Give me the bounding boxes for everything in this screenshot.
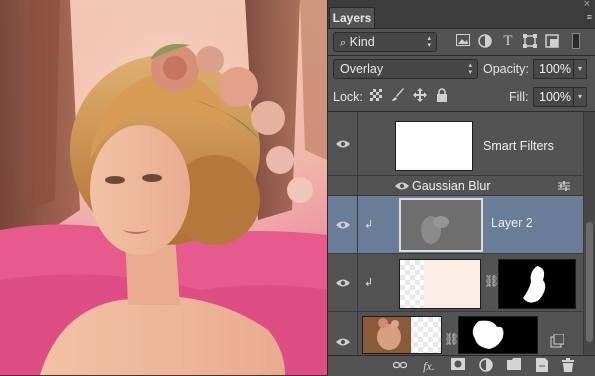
layers-panel: × Layers ≡ ⌕ Kind ▴ ▾ T Overlay ▴ ▾ Opacit… bbox=[327, 0, 595, 376]
lock-position-icon[interactable] bbox=[412, 88, 428, 104]
panel-tab-bar: × Layers ≡ bbox=[328, 0, 595, 29]
mask-shape bbox=[523, 266, 546, 303]
layer-thumbnail[interactable] bbox=[362, 316, 442, 354]
blend-mode-select[interactable]: Overlay ▴ ▾ bbox=[333, 59, 478, 79]
blurred-thumbnail-image bbox=[421, 216, 449, 244]
opacity-dropdown-icon[interactable]: ▾ bbox=[573, 59, 587, 79]
visibility-column bbox=[328, 176, 358, 195]
adjustment-layer-icon[interactable] bbox=[478, 358, 494, 374]
layer-thumbnail-content bbox=[424, 260, 480, 308]
photo-thumbnail-image bbox=[363, 317, 411, 353]
layer-row-photo-layer[interactable]: ⛓ bbox=[328, 312, 584, 355]
lock-label: Lock: bbox=[333, 90, 363, 104]
scrollbar-thumb[interactable] bbox=[586, 222, 593, 342]
filter-kind-label: Kind bbox=[349, 35, 375, 49]
select-arrows-icon: ▴ ▾ bbox=[468, 62, 472, 76]
add-mask-icon[interactable] bbox=[450, 358, 466, 374]
layer-row-masked-layer[interactable]: ↲ ⛓ bbox=[328, 254, 584, 312]
visibility-column bbox=[328, 112, 358, 175]
clipping-mask-icon: ↲ bbox=[364, 219, 374, 231]
mask-shape bbox=[472, 320, 504, 349]
eye-icon[interactable] bbox=[336, 139, 350, 149]
portrait-photo bbox=[0, 0, 327, 375]
adjustment-icon[interactable] bbox=[477, 34, 493, 50]
image-icon[interactable] bbox=[455, 34, 471, 50]
trash-icon[interactable] bbox=[560, 358, 576, 374]
opacity-field[interactable]: 100% bbox=[533, 59, 574, 79]
panel-menu-icon[interactable]: ≡ bbox=[587, 12, 592, 22]
blend-mode-label: Overlay bbox=[340, 62, 384, 76]
group-icon[interactable] bbox=[506, 358, 522, 374]
layer-mask-thumbnail[interactable] bbox=[458, 316, 538, 354]
link-layers-icon[interactable] bbox=[392, 358, 408, 374]
eye-icon[interactable] bbox=[336, 278, 350, 288]
shape-icon[interactable] bbox=[522, 34, 538, 50]
opacity-label: Opacity: bbox=[483, 62, 529, 76]
close-panel-icon[interactable]: × bbox=[584, 0, 590, 10]
fill-dropdown-icon[interactable]: ▾ bbox=[573, 87, 587, 107]
lock-image-pixels-icon[interactable] bbox=[390, 88, 406, 104]
lock-all-icon[interactable] bbox=[434, 88, 450, 104]
layers-scrollbar[interactable] bbox=[583, 112, 595, 355]
select-arrows-icon: ▴ ▾ bbox=[427, 35, 431, 49]
layer-mask-thumbnail[interactable] bbox=[498, 259, 576, 309]
layer-row-layer-2[interactable]: ↲ Layer 2 bbox=[328, 196, 584, 254]
tab-layers-label: Layers bbox=[332, 11, 372, 25]
layer-name[interactable]: Layer 2 bbox=[491, 216, 533, 230]
type-icon[interactable]: T bbox=[500, 33, 516, 49]
layer-thumbnail[interactable] bbox=[399, 259, 481, 309]
fill-field[interactable]: 100% bbox=[533, 87, 574, 107]
lock-transparent-pixels-icon[interactable] bbox=[368, 89, 384, 105]
eye-icon[interactable] bbox=[395, 181, 409, 191]
smart-object-badge-icon bbox=[550, 334, 564, 348]
clipping-mask-icon: ↲ bbox=[364, 277, 374, 289]
visibility-column bbox=[328, 254, 358, 311]
new-layer-icon[interactable] bbox=[534, 358, 550, 374]
filter-name[interactable]: Gaussian Blur bbox=[412, 179, 491, 193]
layer-thumbnail[interactable] bbox=[399, 198, 483, 252]
filter-toggle-switch[interactable] bbox=[572, 33, 580, 49]
layer-row-smart-filters[interactable]: Smart Filters bbox=[328, 112, 584, 176]
chain-link-icon[interactable]: ⛓ bbox=[484, 274, 499, 288]
smart-object-icon[interactable] bbox=[544, 34, 560, 50]
filter-row-gaussian-blur[interactable]: Gaussian Blur bbox=[328, 176, 584, 196]
filter-blending-options-icon[interactable] bbox=[558, 181, 570, 191]
layers-list: Smart Filters Gaussian Blur ↲ Layer 2 ↲ … bbox=[328, 112, 584, 355]
tab-layers[interactable]: Layers bbox=[329, 7, 375, 28]
visibility-column bbox=[328, 312, 358, 355]
chain-link-icon[interactable]: ⛓ bbox=[444, 332, 459, 346]
filter-kind-select[interactable]: ⌕ Kind ▴ ▾ bbox=[333, 32, 437, 52]
fill-label: Fill: bbox=[509, 90, 529, 104]
search-icon: ⌕ bbox=[340, 37, 347, 49]
smart-filter-mask-thumbnail[interactable] bbox=[395, 121, 473, 171]
document-canvas[interactable] bbox=[0, 0, 327, 375]
divider bbox=[328, 55, 595, 56]
fx-icon[interactable]: fx. bbox=[421, 358, 437, 374]
eye-icon[interactable] bbox=[336, 337, 350, 347]
visibility-column bbox=[328, 196, 358, 253]
layers-footer: fx. bbox=[328, 355, 595, 376]
eye-icon[interactable] bbox=[336, 220, 350, 230]
layer-name[interactable]: Smart Filters bbox=[483, 139, 554, 153]
